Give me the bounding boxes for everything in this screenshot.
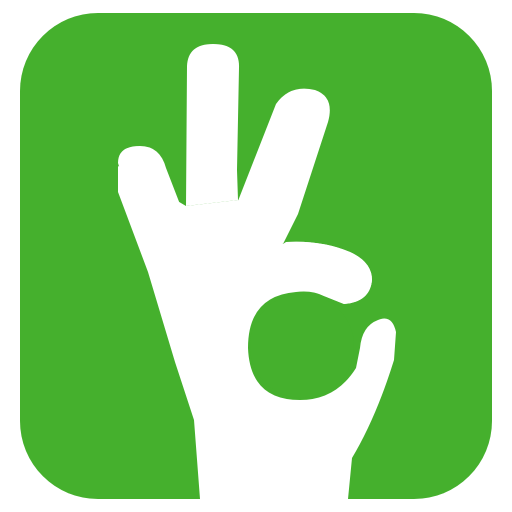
index-finger [186,44,240,206]
icon-stage [0,0,512,512]
ok-hand-app-icon[interactable] [0,0,512,512]
ok-circle-gap [250,294,354,398]
